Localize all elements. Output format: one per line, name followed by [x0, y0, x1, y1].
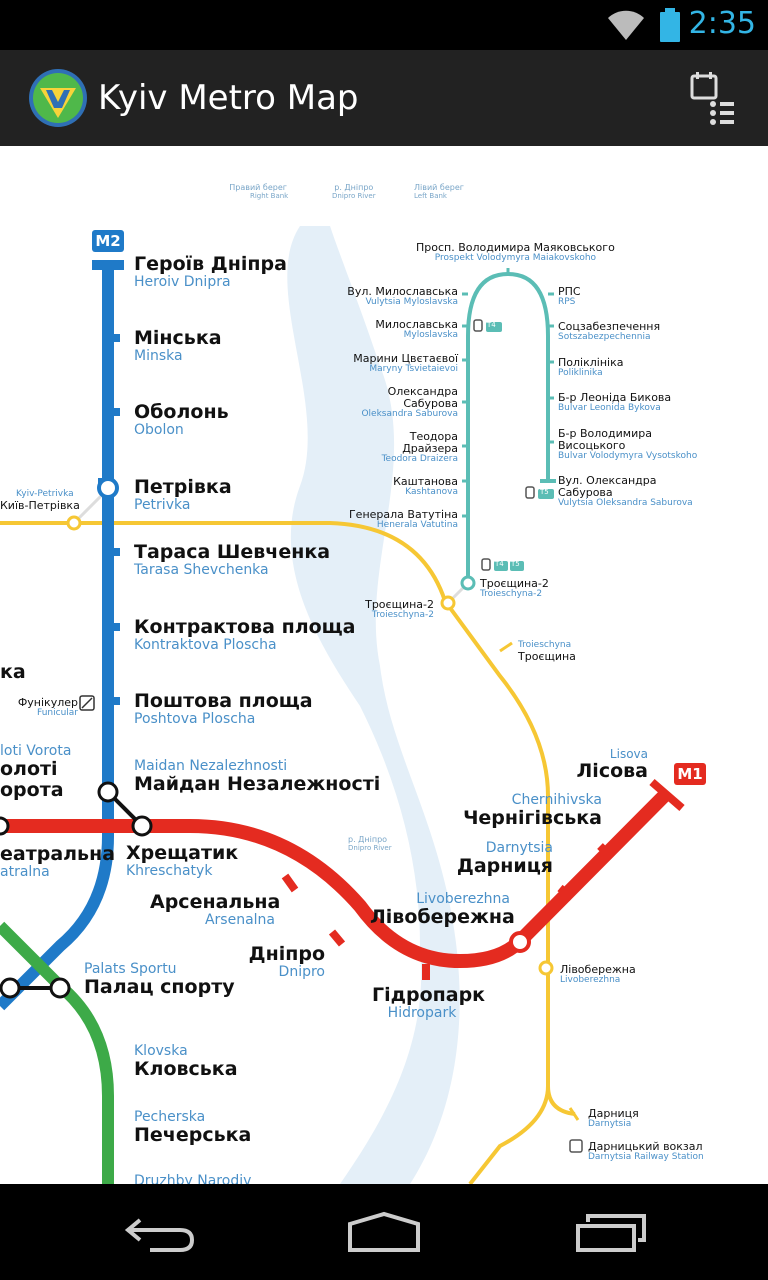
station-label-hidropark[interactable]: Гідропарк Hidropark	[372, 985, 485, 1021]
tram-badge: T4	[495, 560, 504, 568]
calendar-icon	[690, 74, 718, 100]
metro-map[interactable]: M2 M1 T4 T5 T4 T5 Правий берег Right Bank…	[0, 146, 768, 1184]
tram-stop-label[interactable]: Поліклініка Poliklinika	[558, 356, 623, 379]
wifi-icon	[608, 10, 644, 40]
station-label-klovska[interactable]: Klovska Кловська	[134, 1043, 238, 1080]
station-label-maidan[interactable]: Maidan Nezalezhnosti Майдан Незалежності	[134, 758, 380, 795]
tram-stop-label[interactable]: Теодора Драйзера Teodora Draizera	[320, 430, 458, 465]
tram-stop-label[interactable]: Марини Цвєтаєвої Maryny Tsvietaievoi	[320, 352, 458, 375]
tram-stop-label[interactable]: Милославська Myloslavska	[320, 318, 458, 341]
back-button[interactable]	[110, 1206, 210, 1258]
rail-stop-label[interactable]: Троєщина-2 Troieschyna-2	[340, 598, 434, 621]
station-label-khreschatyk[interactable]: Хрещатик Khreschatyk	[126, 843, 238, 879]
tram-stop-label[interactable]: РПС RPS	[558, 285, 581, 308]
railway-station-icon	[569, 1139, 583, 1153]
line-badge-m1: M1	[674, 763, 706, 785]
river-label: Лівий берег Left Bank	[414, 183, 464, 200]
clock: 2:35	[688, 6, 756, 41]
station-label-heroiv-dnipra[interactable]: Героїв Дніпра Heroiv Dnipra	[134, 254, 287, 290]
rail-stop-label[interactable]: Лівобережна Livoberezhna	[560, 963, 636, 986]
tram-stop-label[interactable]: Олександра Сабурова Oleksandra Saburova	[320, 385, 458, 420]
tram-stop-label[interactable]: Соцзабезпечення Sotszabezpechennia	[558, 320, 660, 343]
tram-stop-label[interactable]: Вул. Олександра Сабурова Vulytsia Oleksan…	[558, 474, 693, 509]
tram-badge: T5	[540, 488, 549, 496]
rail-stop-label[interactable]: Troieschyna Троєщина	[518, 640, 576, 663]
station-node-livoberezhna	[509, 931, 531, 953]
station-label-partial[interactable]: ка	[0, 662, 26, 683]
home-button[interactable]	[334, 1206, 434, 1258]
station-label-lisova[interactable]: Lisova Лісова	[560, 747, 648, 782]
station-label-druzhby-narodiv[interactable]: Druzhby Narodiv	[134, 1173, 251, 1184]
line-m2	[0, 266, 114, 1011]
station-label-teatralna[interactable]: еатральна atralna	[0, 844, 115, 880]
station-label-arsenalna[interactable]: Арсенальна Arsenalna	[150, 892, 280, 928]
tram-stop-label[interactable]: Вул. Милославська Vulytsia Myloslavska	[320, 285, 458, 308]
tram-stop-label[interactable]: Б-р Леоніда Бикова Bulvar Leonida Bykova	[558, 391, 671, 414]
status-bar: 2:35	[0, 0, 768, 50]
tram-stop-label[interactable]: Просп. Володимира Маяковського Prospekt V…	[416, 241, 615, 264]
station-label-zoloti-vorota[interactable]: loti Vorota олоті орота	[0, 743, 71, 801]
station-label-livoberezhna[interactable]: Livoberezhna Лівобережна	[370, 891, 515, 928]
river-label: р. Дніпро Dnipro River	[348, 835, 392, 852]
interchange-maidan	[97, 781, 119, 803]
funicular-label[interactable]: Фунікулер Funicular	[0, 696, 78, 719]
river-label: Правий берег Right Bank	[229, 183, 289, 200]
station-label-chernihivska[interactable]: Chernihivska Чернігівська	[460, 792, 602, 829]
station-node-petrivka	[97, 477, 119, 499]
metro-logo-icon[interactable]	[28, 68, 88, 128]
tram-badge: T5	[511, 560, 520, 568]
station-label-minska[interactable]: Мінська Minska	[134, 328, 222, 364]
battery-icon	[660, 8, 680, 42]
tram-stop-label[interactable]: Б-р Володимира Висоцького Bulvar Volodymy…	[558, 427, 697, 462]
tram-stop-label[interactable]: Каштанова Kashtanova	[320, 475, 458, 498]
navigation-bar	[0, 1184, 768, 1280]
station-label-obolon[interactable]: Оболонь Obolon	[134, 402, 229, 438]
station-label-pecherska[interactable]: Pecherska Печерська	[134, 1109, 251, 1146]
line-badge-m2: M2	[92, 230, 124, 252]
station-label-petrivka[interactable]: Петрівка Petrivka	[134, 477, 232, 513]
recent-apps-button[interactable]	[560, 1206, 660, 1258]
station-label-kyiv-petrivka[interactable]: Kyiv-Petrivka Київ-Петрівка	[0, 489, 80, 512]
app-title: Kyiv Metro Map	[98, 78, 359, 118]
station-label-palats-sportu[interactable]: Palats Sportu Палац спорту	[84, 961, 235, 998]
rail-stop-label[interactable]: Дарниця Darnytsia	[588, 1107, 639, 1130]
interchange-palats-sportu	[49, 977, 71, 999]
station-label-poshtova[interactable]: Поштова площа Poshtova Ploscha	[134, 691, 313, 727]
tram-icon	[473, 319, 535, 571]
interchange-khreschatyk	[131, 815, 153, 837]
action-bar: Kyiv Metro Map	[0, 50, 768, 146]
tram-terminal-label[interactable]: Троєщина-2 Troieschyna-2	[480, 577, 549, 600]
lines-menu-button[interactable]	[680, 66, 744, 130]
tram-badge: T4	[487, 321, 496, 329]
rail-stop-label[interactable]: Дарницький вокзал Darnytsia Railway Stati…	[588, 1140, 704, 1163]
tram-stop-label[interactable]: Генерала Ватутіна Henerala Vatutina	[320, 508, 458, 531]
station-label-darnytsia[interactable]: Darnytsia Дарниця	[450, 840, 553, 877]
river-label: р. Дніпро Dnipro River	[332, 183, 376, 200]
station-label-dnipro[interactable]: Дніпро Dnipro	[220, 944, 325, 980]
station-label-kontraktova[interactable]: Контрактова площа Kontraktova Ploscha	[134, 617, 356, 653]
station-label-tarasa-shevchenka[interactable]: Тараса Шевченка Tarasa Shevchenka	[134, 542, 330, 578]
